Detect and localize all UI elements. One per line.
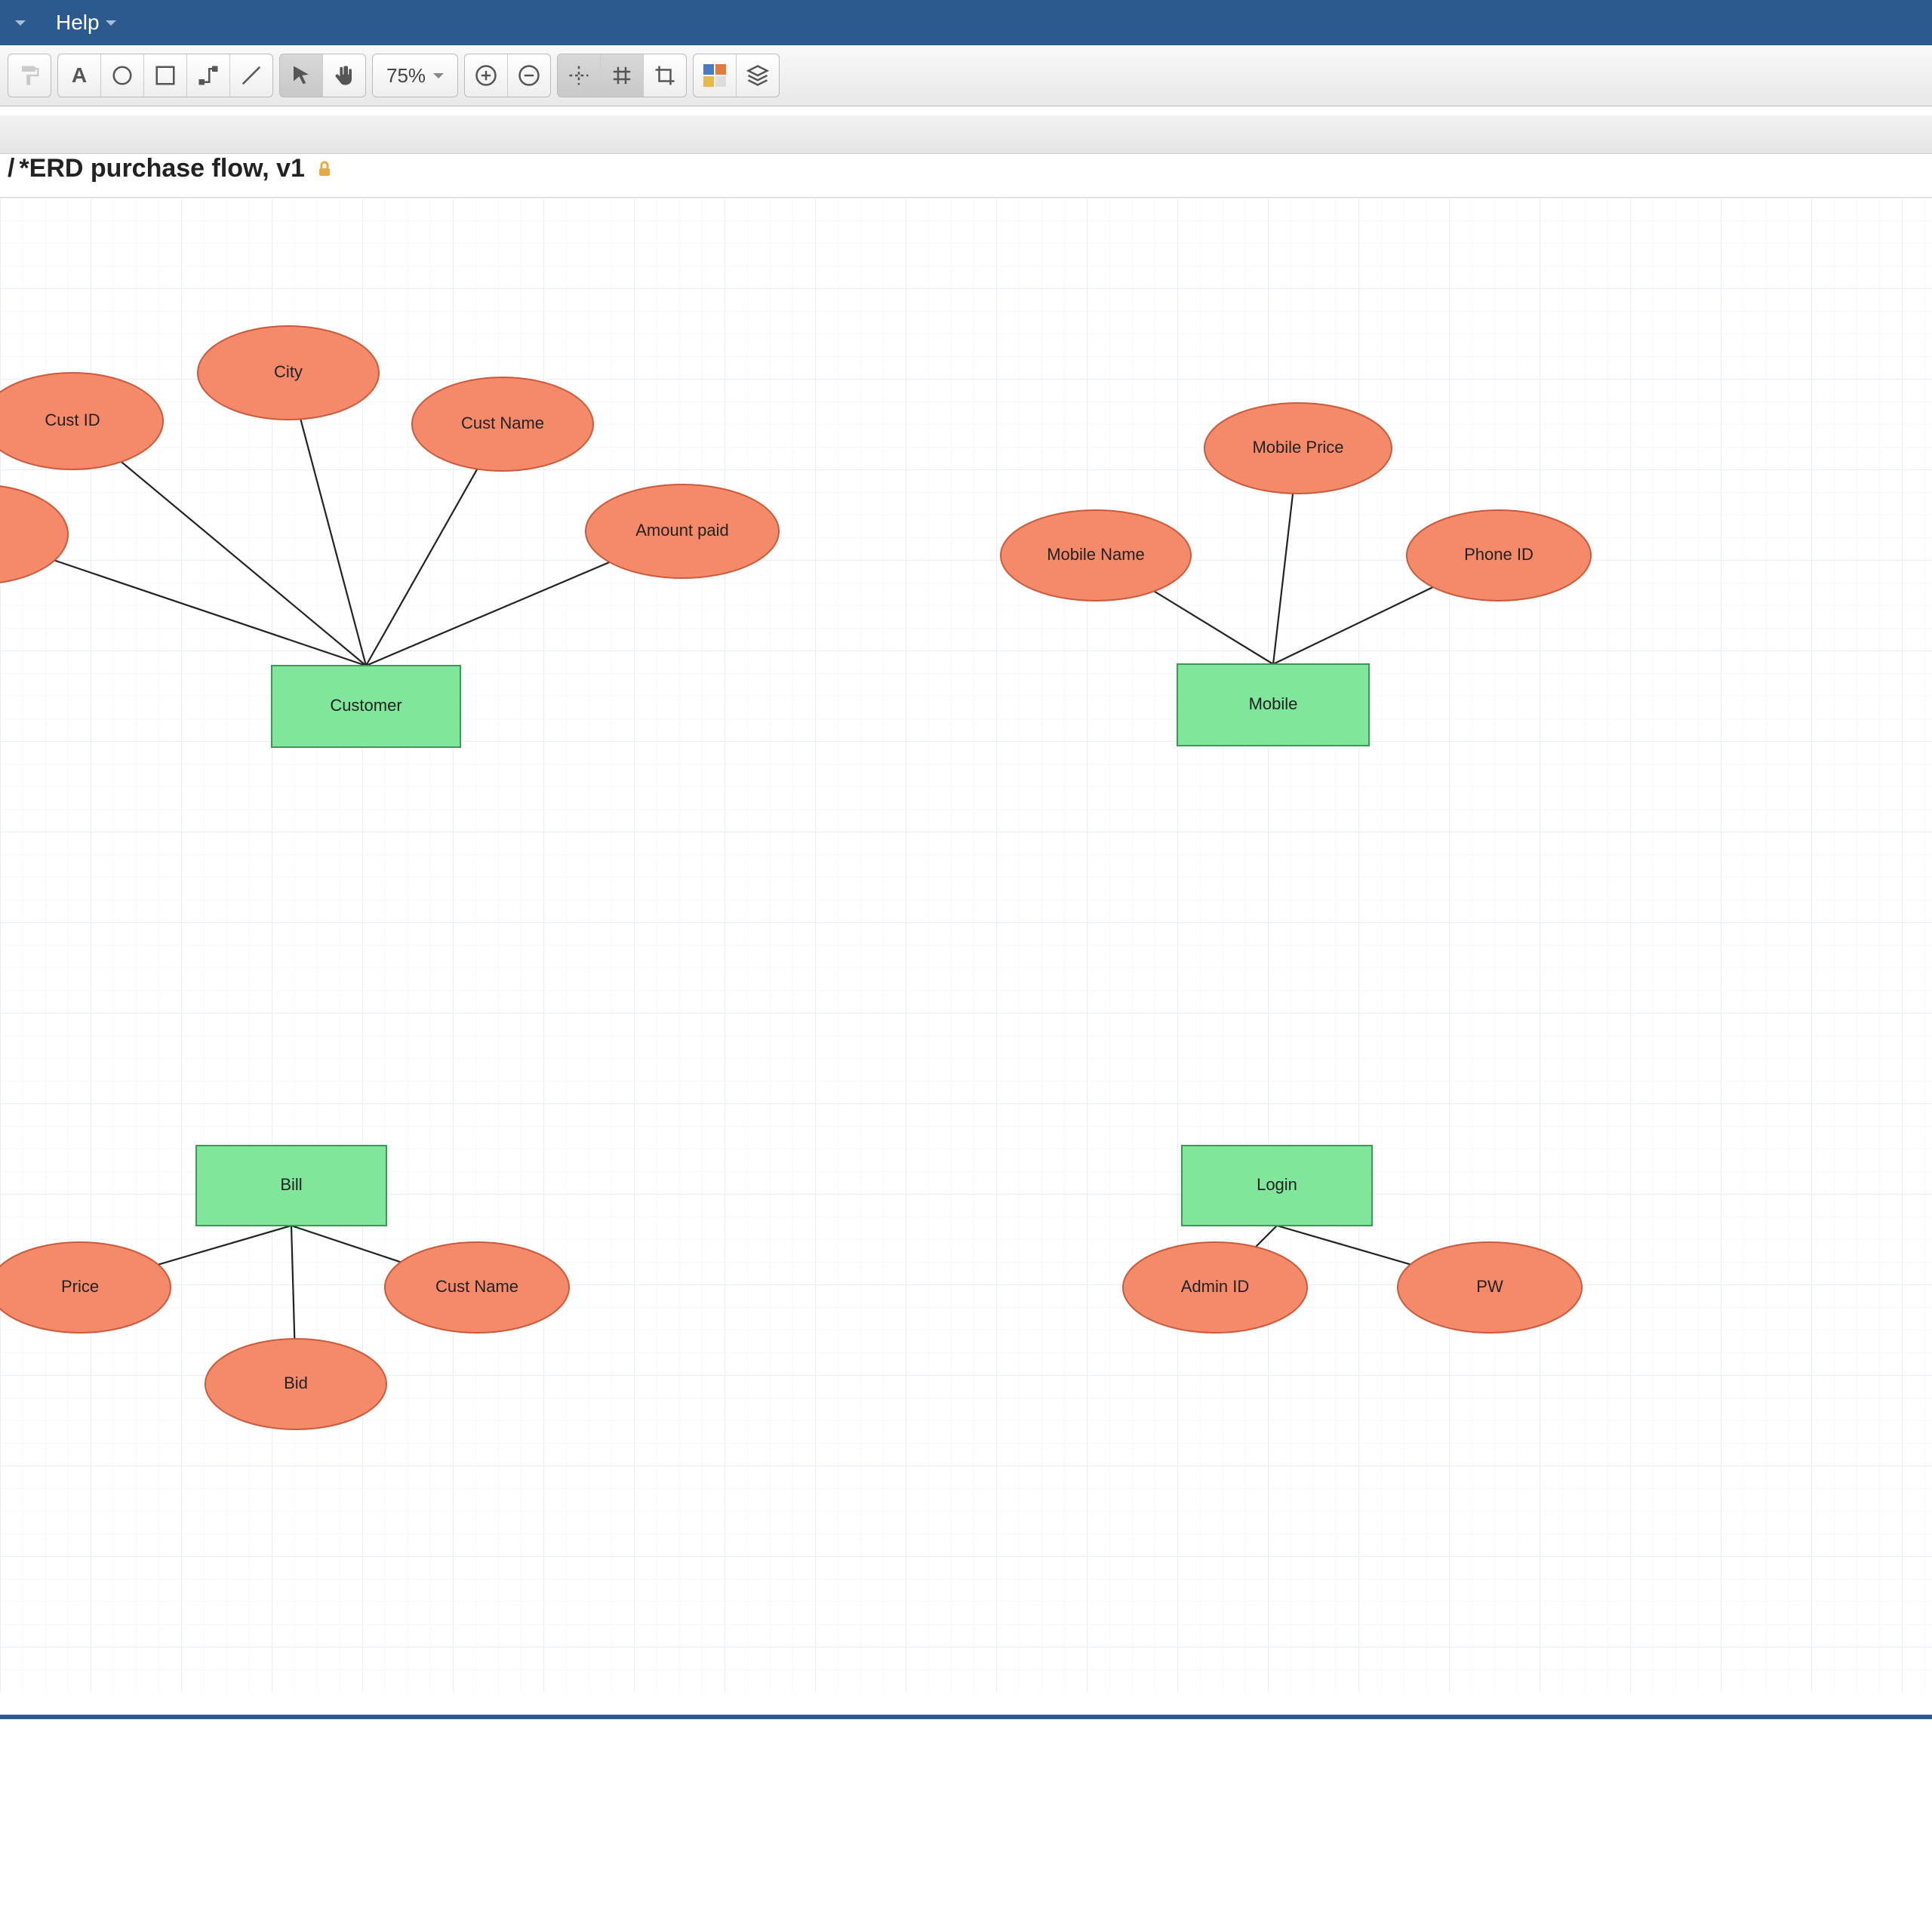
entity-label: Customer <box>330 696 401 715</box>
crop-button[interactable] <box>644 54 686 97</box>
document-title[interactable]: *ERD purchase flow, v1 <box>19 154 305 183</box>
attribute-label: Bid <box>284 1374 308 1392</box>
attribute-label: Phone ID <box>1464 545 1534 564</box>
entity-label: Login <box>1257 1175 1297 1194</box>
breadcrumb-prefix: / <box>8 154 14 183</box>
pointer-tool-button[interactable] <box>280 54 323 97</box>
attribute-label: Mobile Price <box>1252 438 1343 457</box>
entity-label: Mobile <box>1249 694 1298 713</box>
menu-help-label: Help <box>56 11 100 35</box>
grid-group <box>557 54 687 97</box>
grid-icon <box>611 64 633 87</box>
rect-tool-button[interactable] <box>144 54 187 97</box>
snap-icon <box>568 64 590 87</box>
attribute-label: PW <box>1476 1277 1503 1296</box>
layers-button[interactable] <box>737 54 779 97</box>
line-tool-button[interactable] <box>230 54 272 97</box>
attribute-label: Mobile Name <box>1047 545 1145 564</box>
menubar: Help <box>0 0 1932 45</box>
zoom-group <box>464 54 551 97</box>
chevron-down-icon <box>433 73 444 78</box>
connector-tool-button[interactable] <box>187 54 230 97</box>
chevron-down-icon <box>106 20 116 26</box>
attribute-label: Cust ID <box>45 411 100 429</box>
entity-label: Bill <box>280 1175 302 1194</box>
toolbar: A 75% <box>0 45 1932 106</box>
format-painter-button[interactable] <box>8 54 51 97</box>
snap-button[interactable] <box>558 54 601 97</box>
zoom-in-button[interactable] <box>465 54 508 97</box>
menu-help[interactable]: Help <box>56 11 116 35</box>
layers-icon <box>746 64 769 87</box>
circle-icon <box>111 64 134 87</box>
attribute-phone_no[interactable] <box>0 485 68 584</box>
pointer-icon <box>290 64 312 87</box>
crop-icon <box>654 64 676 87</box>
chevron-down-icon <box>15 20 26 26</box>
minus-circle-icon <box>518 64 540 87</box>
square-icon <box>154 64 177 87</box>
attribute-label: Cust Name <box>461 414 544 432</box>
canvas[interactable]: CustomerMobileBillLoginne NoCust IDCityC… <box>0 198 1932 1692</box>
line-icon <box>240 64 263 87</box>
ellipse-tool-button[interactable] <box>101 54 144 97</box>
zoom-select[interactable]: 75% <box>372 54 458 97</box>
menu-unknown[interactable] <box>15 20 26 26</box>
hand-icon <box>333 64 355 87</box>
style-group <box>693 54 780 97</box>
attribute-label: Cust Name <box>435 1277 518 1296</box>
document-title-row: / *ERD purchase flow, v1 <box>0 154 1932 194</box>
pan-tool-button[interactable] <box>323 54 365 97</box>
colors-button[interactable] <box>694 54 737 97</box>
attribute-label: Admin ID <box>1181 1277 1249 1296</box>
plus-circle-icon <box>475 64 497 87</box>
titlebar: / *ERD purchase flow, v1 <box>0 106 1932 198</box>
format-painter-icon <box>18 64 41 87</box>
lock-icon <box>315 160 334 178</box>
text-tool-button[interactable]: A <box>58 54 101 97</box>
shapes-group: A <box>57 54 273 97</box>
cursor-group <box>279 54 366 97</box>
attribute-label: Price <box>61 1277 99 1296</box>
connector-icon <box>197 64 220 87</box>
erd-diagram: CustomerMobileBillLoginne NoCust IDCityC… <box>0 198 1932 1692</box>
zoom-level-label: 75% <box>386 64 426 88</box>
grid-button[interactable] <box>601 54 644 97</box>
palette-icon <box>703 64 726 87</box>
attribute-label: City <box>274 362 303 381</box>
text-icon: A <box>72 63 87 88</box>
format-group <box>8 54 51 97</box>
attribute-label: Amount paid <box>635 521 729 540</box>
zoom-out-button[interactable] <box>508 54 550 97</box>
